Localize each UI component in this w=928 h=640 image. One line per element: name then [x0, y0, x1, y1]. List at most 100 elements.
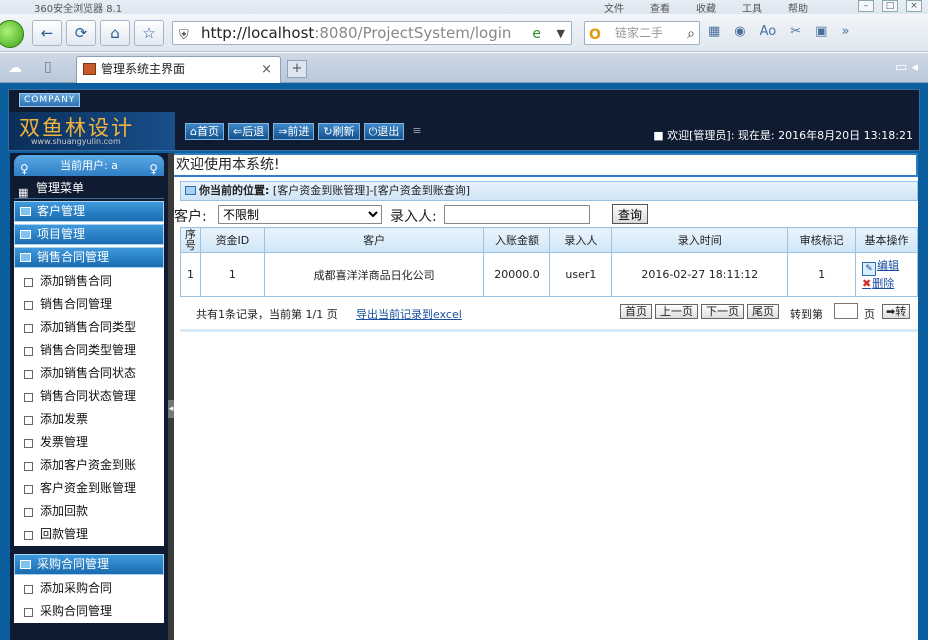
nav-home-label: 首页	[196, 125, 219, 138]
sidebar-group-project[interactable]: 项目管理	[14, 224, 164, 245]
cell-seq: 1	[180, 252, 201, 297]
export-excel-link[interactable]: 导出当前记录到excel	[356, 306, 462, 322]
cell-entered-by: user1	[549, 252, 613, 297]
menu-title: 管理菜单	[36, 181, 85, 195]
nav-logout-button[interactable]: ⏻退出	[363, 123, 405, 140]
browser-logo-icon	[0, 20, 24, 48]
menu-favorites[interactable]: 收藏	[696, 0, 716, 15]
window-title: 360安全浏览器 8.1	[34, 4, 123, 15]
address-bar[interactable]: ⛨ http://localhost:8080/ProjectSystem/lo…	[172, 21, 572, 45]
nav-back-button[interactable]: ⇐后退	[227, 123, 270, 140]
sidebar-group-sales-contract[interactable]: 销售合同管理	[14, 247, 164, 268]
sidebar-item[interactable]: 添加发票	[14, 408, 164, 431]
screenshot-icon[interactable]: ✂	[790, 24, 801, 39]
nav-home-button[interactable]: ⌂首页	[185, 123, 224, 140]
cell-audit: 1	[787, 252, 857, 297]
search-icon[interactable]: ⌕	[687, 23, 695, 45]
query-button[interactable]: 查询	[612, 204, 648, 224]
cell-customer: 成都喜洋洋商品日化公司	[263, 252, 485, 297]
edit-link[interactable]: ✎ 编辑	[862, 258, 917, 276]
browser-search-input[interactable]: O 链家二手 ⌕	[584, 21, 700, 45]
col-entry-time: 录入时间	[611, 227, 789, 253]
last-page-button[interactable]: 尾页	[747, 304, 779, 319]
chevron-down-icon[interactable]: ▼	[557, 23, 565, 45]
location-bar: 你当前的位置: [客户资金到账管理]-[客户资金到账查询]	[180, 181, 918, 201]
group-label: 项目管理	[37, 227, 86, 241]
cloud-icon[interactable]: ☁	[8, 60, 22, 76]
brand-logo: 双鱼林设计 www.shuangyulin.com	[9, 112, 175, 150]
nav-refresh-button[interactable]: ↻刷新	[318, 123, 360, 140]
sidebar-item[interactable]: 添加销售合同	[14, 270, 164, 293]
new-tab-button[interactable]: +	[287, 60, 307, 78]
sidebar: ♀ 当前用户: a ♀ ▦ 管理菜单 客户管理 项目管理 销售合同管理 添加销售…	[10, 153, 168, 640]
next-page-button[interactable]: 下一页	[701, 304, 744, 319]
home-icon[interactable]: ⌂	[100, 20, 130, 46]
menu-title-bar: ▦ 管理菜单	[14, 178, 164, 199]
image-icon[interactable]: ▣	[815, 24, 827, 39]
search-engine-icon[interactable]: O	[589, 24, 601, 46]
ie-mode-icon[interactable]: e	[532, 23, 541, 45]
folder-icon	[20, 560, 31, 569]
nav-forward-button[interactable]: ⇒前进	[273, 123, 315, 140]
sidebar-group-purchase-contract[interactable]: 采购合同管理	[14, 554, 164, 575]
sidebar-item[interactable]: 销售合同类型管理	[14, 339, 164, 362]
nav-forward-label: 前进	[287, 125, 310, 138]
back-arrow-icon[interactable]: ←	[32, 20, 62, 46]
page-icon[interactable]: ▯	[44, 59, 52, 75]
tab-main[interactable]: 管理系统主界面 ×	[76, 56, 281, 83]
search-placeholder: 链家二手	[615, 26, 664, 40]
group-label: 客户管理	[37, 204, 86, 218]
apps-icon[interactable]: ▦	[708, 24, 720, 39]
close-tab-icon[interactable]: ×	[261, 57, 272, 82]
sidebar-item[interactable]: 采购合同管理	[14, 600, 164, 623]
menu-tools[interactable]: 工具	[742, 0, 762, 15]
sidebar-item[interactable]: 销售合同管理	[14, 293, 164, 316]
sidebar-item[interactable]: 添加销售合同状态	[14, 362, 164, 385]
sidebar-item[interactable]: 添加采购合同	[14, 577, 164, 600]
sidebar-item[interactable]: 回款管理	[14, 523, 164, 546]
prev-page-button[interactable]: 上一页	[655, 304, 698, 319]
query-panel: 你当前的位置: [客户资金到账管理]-[客户资金到账查询] 客户: 不限制 录入…	[174, 181, 918, 332]
sidebar-item[interactable]: 添加销售合同类型	[14, 316, 164, 339]
col-amount: 入账金额	[483, 227, 551, 253]
delete-link[interactable]: ✖删除	[862, 276, 917, 291]
tab-list-icon[interactable]: ▭ ◂	[895, 60, 918, 75]
star-icon[interactable]: ☆	[134, 20, 164, 46]
window-controls: – □ ×	[858, 0, 922, 12]
shield-tool-icon[interactable]: ◉	[734, 24, 745, 39]
page-number-input[interactable]	[834, 303, 858, 319]
edit-label: 编辑	[877, 259, 900, 272]
sidebar-item[interactable]: 客户资金到账管理	[14, 477, 164, 500]
first-page-button[interactable]: 首页	[620, 304, 652, 319]
col-audit: 审核标记	[787, 227, 857, 253]
maximize-icon[interactable]: □	[882, 0, 898, 12]
welcome-text: 欢迎[管理员]: 现在是: 2016年8月20日 13:18:21	[667, 129, 913, 142]
menu-file[interactable]: 文件	[604, 0, 624, 15]
filter-bar: 客户: 不限制 录入人: 查询	[174, 204, 918, 225]
sidebar-item[interactable]: 添加回款	[14, 500, 164, 523]
welcome-status: ■ 欢迎[管理员]: 现在是: 2016年8月20日 13:18:21	[653, 129, 913, 142]
customer-select[interactable]: 不限制	[218, 205, 382, 224]
sidebar-item[interactable]: 添加客户资金到账	[14, 454, 164, 477]
sidebar-item[interactable]: 发票管理	[14, 431, 164, 454]
reload-icon[interactable]: ⟳	[66, 20, 96, 46]
page-label: 页	[864, 308, 875, 321]
minimize-icon[interactable]: –	[858, 0, 874, 12]
sidebar-group-customer[interactable]: 客户管理	[14, 201, 164, 222]
menu-help[interactable]: 帮助	[788, 0, 808, 15]
table-header-row: 序号 资金ID 客户 入账金额 录入人 录入时间 审核标记 基本操作	[180, 227, 918, 253]
close-window-icon[interactable]: ×	[906, 0, 922, 12]
customer-label: 客户:	[174, 209, 207, 225]
address-path: :8080/ProjectSystem/login	[314, 24, 512, 42]
folder-icon	[20, 230, 31, 239]
more-icon[interactable]: »	[841, 24, 849, 39]
grip-icon: ≡	[412, 124, 422, 137]
entry-input[interactable]	[444, 205, 590, 224]
pager: 共有1条记录，当前第 1/1 页 导出当前记录到excel 首页 上一页 下一页…	[180, 301, 918, 323]
sidebar-item[interactable]: 销售合同状态管理	[14, 385, 164, 408]
go-button[interactable]: ➡转	[882, 304, 911, 319]
col-seq: 序号	[180, 227, 201, 253]
cell-amount: 20000.0	[483, 252, 551, 297]
menu-view[interactable]: 查看	[650, 0, 670, 15]
translate-icon[interactable]: Ao	[760, 24, 777, 39]
